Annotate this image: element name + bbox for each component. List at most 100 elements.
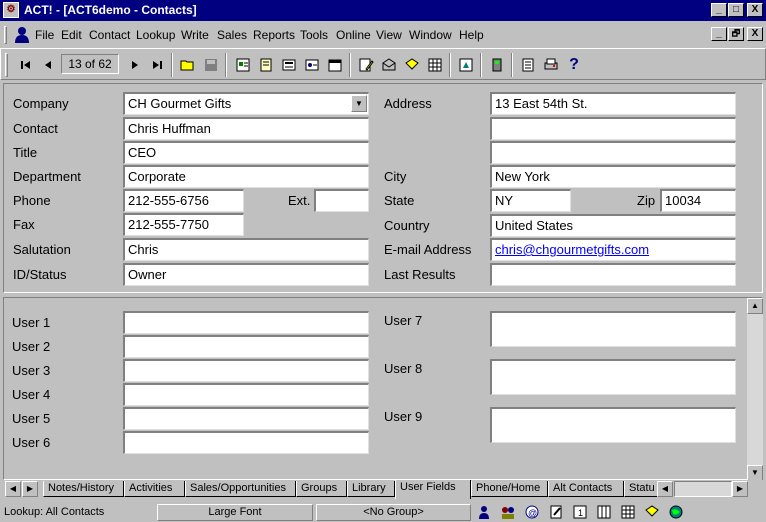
tab-library[interactable]: Library [347, 481, 395, 497]
menubar-grip[interactable] [4, 26, 7, 44]
user4-field[interactable] [123, 383, 369, 406]
tab-scroll-left-icon[interactable]: ◀ [5, 481, 21, 497]
lookup-icon[interactable] [402, 55, 422, 75]
last-record-icon[interactable] [147, 55, 167, 75]
user5-field[interactable] [123, 407, 369, 430]
zip-field[interactable]: 10034 [660, 189, 736, 212]
tab-user-fields[interactable]: User Fields [395, 480, 471, 499]
internet-icon[interactable]: @ [523, 504, 541, 521]
phone-icon[interactable] [487, 55, 507, 75]
city-field[interactable]: New York [490, 165, 736, 188]
company-field[interactable]: CH Gourmet Gifts ▼ [123, 92, 369, 115]
ext-field[interactable] [314, 189, 369, 212]
tab-alt-contacts[interactable]: Alt Contacts [548, 481, 624, 497]
child-minimize-button[interactable]: _ [711, 27, 727, 41]
scroll-up-icon[interactable]: ▲ [747, 298, 763, 314]
help-icon[interactable]: ? [564, 55, 584, 75]
tab-hscroll-right-icon[interactable]: ▶ [732, 481, 748, 497]
toolbar-separator [480, 53, 482, 77]
company-dropdown-arrow-icon[interactable]: ▼ [351, 95, 367, 112]
id-status-field[interactable]: Owner [123, 263, 369, 286]
toolbar-grip[interactable] [5, 53, 8, 77]
contact-list-icon[interactable] [233, 55, 253, 75]
menu-contact[interactable]: Contact [89, 28, 130, 42]
calendar-week-icon[interactable] [595, 504, 613, 521]
write-status-icon[interactable] [547, 504, 565, 521]
user7-field[interactable] [490, 311, 736, 347]
menu-help[interactable]: Help [459, 28, 484, 42]
menu-reports[interactable]: Reports [253, 28, 295, 42]
tab-groups[interactable]: Groups [296, 481, 347, 497]
user6-field[interactable] [123, 431, 369, 454]
tab-activities[interactable]: Activities [124, 481, 185, 497]
last-results-field[interactable] [490, 263, 736, 286]
menu-sales[interactable]: Sales [217, 28, 247, 42]
country-field[interactable]: United States [490, 214, 736, 237]
email-field[interactable]: chris@chgourmetgifts.com [490, 238, 736, 261]
open-folder-icon[interactable] [178, 55, 198, 75]
grid-view-icon[interactable] [425, 55, 445, 75]
minimize-button[interactable]: _ [711, 3, 727, 17]
maximize-button[interactable]: □ [728, 3, 744, 17]
menu-tools[interactable]: Tools [300, 28, 328, 42]
email-icon[interactable] [379, 55, 399, 75]
save-icon[interactable] [201, 55, 221, 75]
calendar-day-icon[interactable]: 1 [571, 504, 589, 521]
address-line1-field[interactable]: 13 East 54th St. [490, 92, 736, 115]
menu-write[interactable]: Write [181, 28, 209, 42]
menu-view[interactable]: View [376, 28, 402, 42]
department-field[interactable]: Corporate [123, 165, 369, 188]
group-status-icon[interactable] [499, 504, 517, 521]
lookup-status: Lookup: All Contacts [4, 506, 105, 518]
state-field[interactable]: NY [490, 189, 571, 212]
calendar-month-icon[interactable] [619, 504, 637, 521]
tab-notes-history[interactable]: Notes/History [43, 481, 124, 497]
next-record-icon[interactable] [125, 55, 145, 75]
scroll-down-icon[interactable]: ▼ [747, 465, 763, 481]
contact-field[interactable]: Chris Huffman [123, 117, 369, 140]
sales-icon[interactable] [456, 55, 476, 75]
tab-sales-opportunities[interactable]: Sales/Opportunities [185, 481, 296, 497]
address-line2-field[interactable] [490, 117, 736, 140]
tab-hscroll-track[interactable] [674, 481, 732, 497]
child-close-button[interactable]: X [747, 27, 763, 41]
font-size-button[interactable]: Large Font [157, 504, 313, 521]
title-field[interactable]: CEO [123, 141, 369, 164]
tab-status[interactable]: Statu [624, 481, 658, 497]
user2-field[interactable] [123, 335, 369, 358]
tab-hscroll-left-icon[interactable]: ◀ [657, 481, 673, 497]
tab-scroll-right-icon[interactable]: ▶ [22, 481, 38, 497]
task-list-icon[interactable] [302, 55, 322, 75]
menu-online[interactable]: Online [336, 28, 371, 42]
tab-phone-home[interactable]: Phone/Home [471, 481, 548, 497]
phone-list-icon[interactable] [279, 55, 299, 75]
lookup-status-icon[interactable] [643, 504, 661, 521]
child-restore-button[interactable]: 🗗 [728, 27, 744, 41]
email-link[interactable]: chris@chgourmetgifts.com [495, 242, 649, 257]
globe-icon[interactable] [667, 504, 685, 521]
menu-window[interactable]: Window [409, 28, 452, 42]
previous-record-icon[interactable] [38, 55, 58, 75]
group-selector-button[interactable]: <No Group> [316, 504, 471, 521]
notes-icon[interactable] [256, 55, 276, 75]
user9-field[interactable] [490, 407, 736, 443]
write-letter-icon[interactable] [356, 55, 376, 75]
close-button[interactable]: X [747, 3, 763, 17]
vertical-scrollbar[interactable]: ▲ ▼ [747, 298, 763, 481]
contact-status-icon[interactable] [475, 504, 493, 521]
calendar-icon[interactable] [325, 55, 345, 75]
address-line3-field[interactable] [490, 141, 736, 164]
user1-field[interactable] [123, 311, 369, 334]
first-record-icon[interactable] [16, 55, 36, 75]
menu-file[interactable]: File [35, 28, 54, 42]
phone-field[interactable]: 212-555-6756 [123, 189, 244, 212]
user8-field[interactable] [490, 359, 736, 395]
report-icon[interactable] [518, 55, 538, 75]
menu-edit[interactable]: Edit [61, 28, 82, 42]
salutation-field[interactable]: Chris [123, 238, 369, 261]
fax-field[interactable]: 212-555-7750 [123, 213, 244, 236]
act-app-icon[interactable]: ⚙ [3, 2, 19, 18]
menu-lookup[interactable]: Lookup [136, 28, 175, 42]
print-icon[interactable] [541, 55, 561, 75]
user3-field[interactable] [123, 359, 369, 382]
